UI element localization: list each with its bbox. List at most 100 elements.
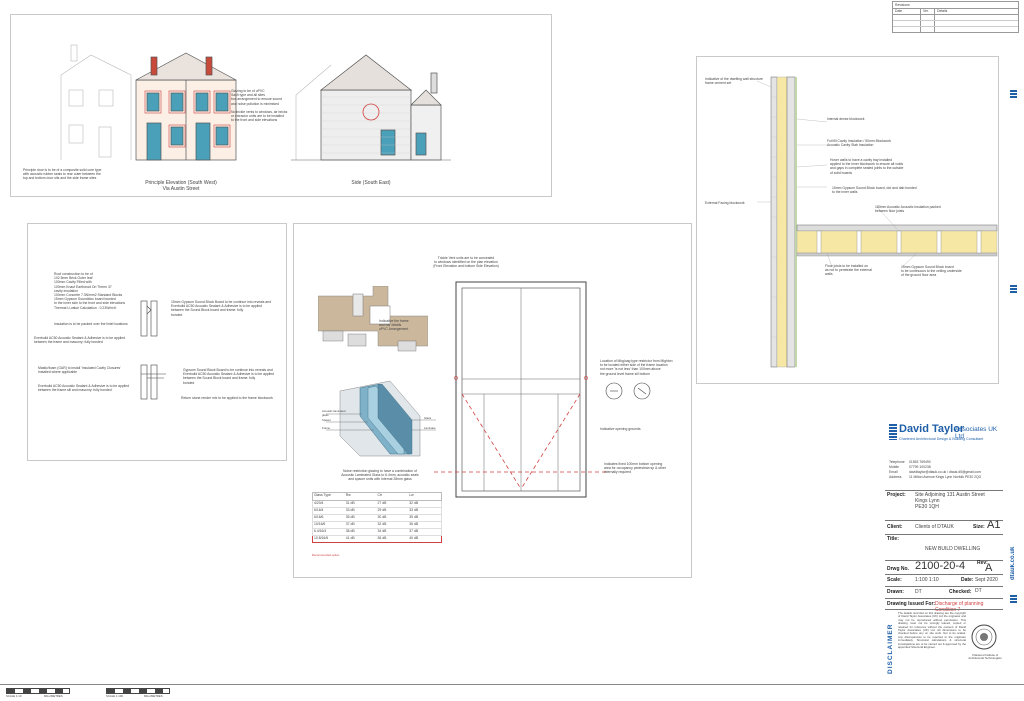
contact-label: Address: [889, 475, 902, 479]
gypsum-board-note-2: Gypsum Sound Block Board to be continue …: [183, 368, 275, 385]
glass-table-cell: 35 dB: [409, 515, 419, 519]
opening-note: Indicative opening grounds: [600, 427, 641, 431]
front-elevation-drawing: [60, 44, 237, 161]
scale-bar-1-right: MILLIMETRES: [44, 694, 63, 698]
wall-section-panel: Roof construction to be of 102.5mm Brick…: [27, 223, 287, 461]
contact-value: 01553 769490: [909, 460, 931, 464]
sealant-note-2: Everbuild AC50 Acoustic Sealant & Adhesi…: [38, 384, 130, 393]
sealant-note-1: Everbuild AC50 Acoustic Sealant & Adhesi…: [34, 336, 126, 345]
scale-bar-2-left: SCALE 1:100: [106, 694, 123, 698]
glass-table-cell: 37 dB: [409, 529, 419, 533]
disclaimer-text: The details recorded on this drawing are…: [898, 611, 966, 650]
cill-note: Mastic/foam (GAR) to install 'Insulated …: [38, 366, 121, 375]
glass-table-cell: 34 dB: [377, 529, 387, 533]
glass-table-cell: 4/20/4: [314, 501, 324, 505]
floor-note-6: External Facing blockwork: [705, 201, 745, 205]
glass-table-header: Glass Type Rw Ctr Lw: [312, 492, 442, 501]
glass-table-cell: 37 dB: [345, 522, 355, 526]
issued-for-label: Drawing Issued For:: [887, 601, 936, 607]
sill-note: Indicates fixed 100mm bottom opening are…: [604, 462, 667, 475]
restrictor-note: Location of Mkgloag type restrictor from…: [600, 359, 673, 376]
contact-value: davidtaylor@dtauk.co.uk / dtauk.d5@gmail…: [909, 470, 981, 474]
title-value: NEW BUILD DWELLING: [925, 546, 981, 552]
floor-note-5: 15mm Gypsum Sound Block board, dot and d…: [832, 186, 917, 195]
glass-label-3: Frame: [322, 426, 331, 430]
acoustic-glass-note: Noise restriction glazing to have a comb…: [341, 469, 419, 482]
client-label: Client:: [887, 524, 903, 530]
trickle-vent-note: Trickle Vent units are to be concealed t…: [433, 256, 499, 269]
revision-table-title: Revisions: [895, 3, 910, 7]
glass-label-1: Acoustic laminated glass: [322, 409, 346, 418]
glass-table-row: 6/16/6 35 dB 30 dB 35 dB: [312, 515, 442, 522]
restrictor-icons: [605, 382, 651, 400]
company-logo: [889, 424, 897, 440]
size-label: Size:: [973, 524, 985, 530]
side-elevation-drawing: [291, 54, 451, 161]
client-value: Clients of DTAUK: [915, 524, 954, 530]
date-label: Date:: [961, 577, 974, 583]
ciat-seal-icon: [971, 624, 997, 650]
ciat-label: Chartered Institute of Architectural Tec…: [968, 653, 1002, 661]
glass-table-header-cell: Glass Type: [314, 493, 331, 497]
drawn-value: DT: [915, 589, 922, 595]
glass-table-row: 10/16/6 37 dB 32 dB 36 dB: [312, 522, 442, 529]
drawing-number-value: 2100-20-4: [915, 560, 966, 572]
lintel-detail-drawing: [140, 300, 158, 337]
glass-table-cell: 35 dB: [345, 515, 355, 519]
door-note: Principle door is to be of a composite s…: [23, 168, 102, 181]
glass-table-cell: 41 dB: [345, 536, 355, 540]
project-value: Site Adjoining 131 Austin Street Kings L…: [915, 492, 985, 510]
glass-table-cell: 6/16/4: [314, 508, 324, 512]
scale-bar-2-right: MILLIMETRES: [144, 694, 163, 698]
title-label: Title:: [887, 536, 899, 542]
revision-header-ver: Ver.: [923, 9, 929, 13]
floor-note-8: Floor joists to be installed on as not t…: [825, 264, 872, 277]
scale-bar-1: SCALE 1:10 MILLIMETRES: [6, 688, 70, 698]
floor-note-3: Full fill Cavity Insulation / 50mm Block…: [827, 139, 892, 148]
side-strip: dtauk.co.uk: [1008, 90, 1022, 690]
date-value: Sept 2020: [975, 577, 998, 583]
glass-table-cell: 27 dB: [377, 501, 387, 505]
glass-table-cell: 6.4/16/4: [314, 529, 327, 533]
glass-table-row: 10.8/16/6 41 dB 36 dB 40 dB: [312, 536, 442, 543]
company-tagline: Chartered Architectural Design & Buildin…: [899, 437, 984, 441]
scale-value: 1:100 1:10: [915, 577, 939, 583]
glass-table-cell: 10/16/6: [314, 522, 326, 526]
revision-header-details: Details: [937, 9, 948, 13]
window-elevation-drawing: [434, 281, 609, 498]
glass-label-2: Spacer: [322, 418, 331, 422]
contact-label: Mobile: [889, 465, 899, 469]
floor-section-drawing: [756, 76, 998, 368]
glass-table-row: 6/16/4 33 dB 29 dB 33 dB: [312, 508, 442, 515]
contact-row: Address 11 Milton Avenue Kings Lynn Norfo…: [889, 475, 1003, 480]
floor-note-4: Hover walls to have a cavity tray instal…: [830, 158, 904, 175]
glass-table-footnote: Recommended option: [312, 553, 340, 557]
glass-table-header-cell: Ctr: [377, 493, 383, 497]
scale-bar-1-left: SCALE 1:10: [6, 694, 22, 698]
disclaimer-heading: DISCLAIMER: [887, 623, 894, 675]
frame-bar-note: Indicative the frame and bar details uPV…: [379, 319, 409, 332]
revision-table: Revisions Date Ver. Details: [892, 1, 1019, 33]
checked-label: Checked:: [949, 589, 972, 595]
glass-table-cell: 36 dB: [409, 522, 419, 526]
floor-note-2: Internal dense blockwork: [827, 117, 865, 121]
glass-table-row: 4/20/4 31 dB 27 dB 32 dB: [312, 501, 442, 508]
glass-table-cell: 31 dB: [345, 501, 355, 505]
window-detail-panel: Trickle Vent units are to be concealed t…: [293, 223, 692, 578]
floor-note-7: 180mm Acoustic Acoustic insulation packe…: [875, 205, 941, 214]
glass-table-cell: 33 dB: [409, 508, 419, 512]
drawing-number-label: Drwg No.: [887, 566, 909, 572]
elevations-panel: Principle Elevation (South West) Via Aus…: [10, 14, 552, 197]
checked-value: DT: [975, 588, 982, 594]
contact-value: 11 Milton Avenue Kings Lynn Norfolk PE30…: [909, 475, 982, 479]
glass-table-cell: 6/16/6: [314, 515, 324, 519]
size-value: A1: [987, 519, 1001, 531]
glass-table-cell: 30 dB: [377, 515, 387, 519]
floor-section-panel: Indicative of the dwelling wall structur…: [696, 56, 999, 384]
revision-header-date: Date: [895, 9, 903, 13]
glass-table-cell: 29 dB: [377, 508, 387, 512]
floor-note-1: Indicative of the dwelling wall structur…: [705, 77, 763, 86]
contact-label: Telephone: [889, 460, 905, 464]
website-vertical: dtauk.co.uk: [1010, 546, 1016, 580]
glass-table-cell: 36 dB: [377, 536, 387, 540]
